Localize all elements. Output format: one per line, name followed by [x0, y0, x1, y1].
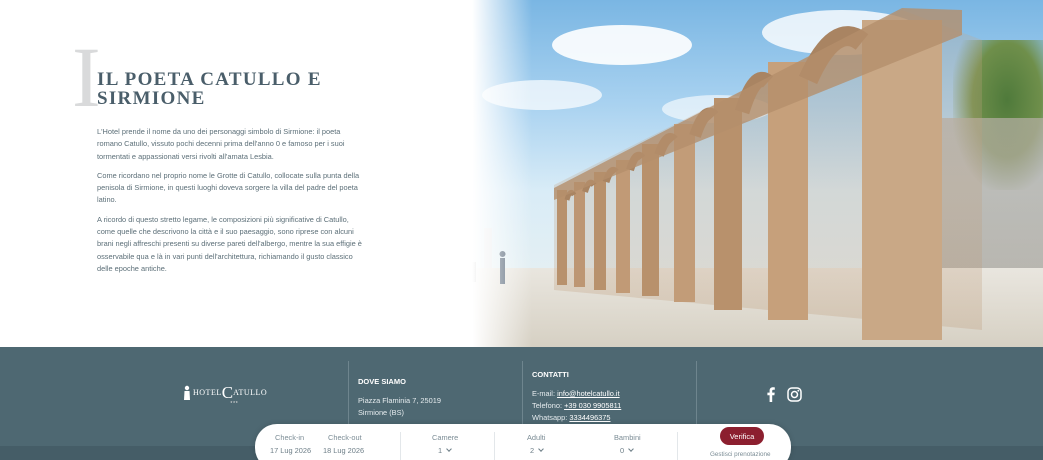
- adults-select[interactable]: 2: [530, 446, 544, 455]
- address-line-2: Sirmione (BS): [358, 408, 404, 418]
- footer-divider: [522, 361, 523, 431]
- hotel-logo[interactable]: HOTEL C ATULLO: [183, 384, 267, 401]
- whatsapp-link[interactable]: 3334496375: [569, 413, 610, 422]
- checkin-date[interactable]: 17 Lug 2026: [270, 446, 311, 455]
- logo-name: ATULLO: [233, 388, 268, 397]
- children-label: Bambini: [614, 433, 641, 442]
- address: Piazza Flaminia 7, 25019 Sirmione (BS): [358, 395, 441, 419]
- logo-stars: ★★★: [230, 400, 239, 404]
- where-heading: DOVE SIAMO: [358, 377, 406, 386]
- logo-prefix: HOTEL: [193, 388, 222, 397]
- intro-text: L'Hotel prende il nome da uno dei person…: [97, 126, 365, 282]
- adults-label: Adulti: [527, 433, 546, 442]
- address-line-1: Piazza Flaminia 7, 25019: [358, 396, 441, 405]
- intro-paragraph: A ricordo di questo stretto legame, le c…: [97, 214, 362, 273]
- footer-divider: [696, 361, 697, 431]
- instagram-icon[interactable]: [787, 387, 802, 402]
- contacts-heading: CONTATTI: [532, 370, 569, 379]
- checkout-label: Check-out: [328, 433, 362, 442]
- social-links: [767, 387, 802, 402]
- verify-button[interactable]: Verifica: [720, 427, 764, 445]
- contacts-list: E-mail: info@hotelcatullo.it Telefono: +…: [532, 388, 621, 425]
- intro-paragraph: Come ricordano nel proprio nome le Grott…: [97, 170, 360, 205]
- manage-booking-link[interactable]: Gestisci prenotazione: [710, 451, 771, 458]
- chevron-down-icon: [538, 446, 544, 452]
- rooms-value: 1: [438, 446, 443, 455]
- children-select[interactable]: 0: [620, 446, 634, 455]
- phone-label: Telefono:: [532, 401, 562, 411]
- whatsapp-label: Whatsapp:: [532, 413, 568, 423]
- children-value: 0: [620, 446, 625, 455]
- rooms-select[interactable]: 1: [438, 446, 452, 455]
- statue-icon: [184, 385, 190, 400]
- email-label: E-mail:: [532, 389, 555, 398]
- footer-divider: [348, 361, 349, 431]
- intro-paragraph: L'Hotel prende il nome da uno dei person…: [97, 127, 345, 161]
- email-link[interactable]: info@hotelcatullo.it: [557, 389, 620, 398]
- checkin-label: Check-in: [275, 433, 305, 442]
- arches-illustration: [472, 8, 982, 340]
- logo-initial: C: [221, 383, 234, 402]
- checkout-date[interactable]: 18 Lug 2026: [323, 446, 364, 455]
- rooms-label: Camere: [432, 433, 459, 442]
- page-title: IL POETA CATULLO E SIRMIONE: [97, 69, 322, 109]
- phone-link[interactable]: +39 030 9905811: [564, 401, 621, 410]
- booking-bar: Check-in 17 Lug 2026 Check-out 18 Lug 20…: [255, 424, 791, 460]
- hero-image: [462, 0, 1043, 348]
- adults-value: 2: [530, 446, 535, 455]
- facebook-icon[interactable]: [767, 387, 775, 402]
- chevron-down-icon: [446, 446, 452, 452]
- chevron-down-icon: [628, 446, 634, 452]
- page: I IL POETA CATULLO E SIRMIONE L'Hotel pr…: [0, 0, 1043, 460]
